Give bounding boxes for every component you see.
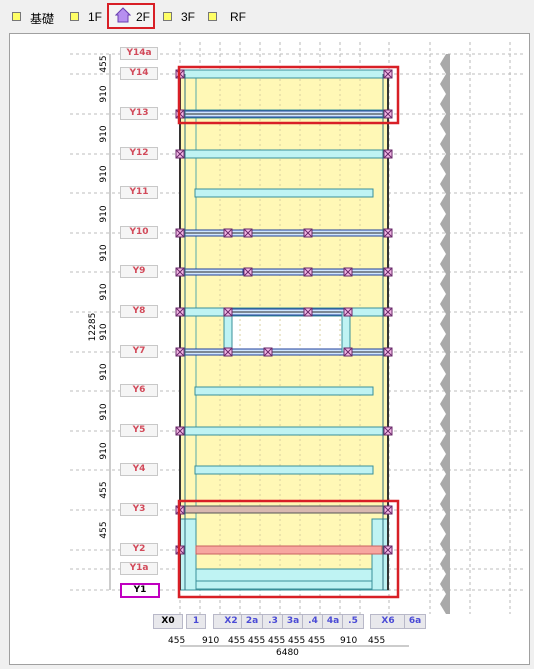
tab-label: 2F	[136, 10, 151, 24]
grid-label-x-9[interactable]: X6	[370, 614, 406, 629]
y-dimension: 455	[99, 55, 109, 73]
opening-wall	[223, 311, 233, 353]
grid-label-x-0[interactable]: X0	[153, 614, 183, 629]
beam	[179, 69, 389, 79]
opening-wall	[341, 311, 351, 353]
y-dimension: 910	[99, 244, 109, 262]
x-dimension: 455	[368, 636, 386, 646]
y-total-dimension: 12285	[88, 312, 98, 342]
tab-rf[interactable]: RF	[208, 6, 248, 28]
tab-marker-icon	[163, 12, 172, 21]
grid-label-y3[interactable]: Y3	[120, 503, 158, 516]
grid-label-x-6[interactable]: .4	[302, 614, 324, 629]
tab-label: 基礎	[30, 12, 55, 26]
beam-y1	[195, 580, 383, 590]
tab-foundation[interactable]: 基礎	[12, 6, 62, 28]
y-dimension: 910	[99, 85, 109, 103]
grid-label-y9[interactable]: Y9	[120, 265, 158, 278]
floor-opening	[227, 315, 347, 351]
tab-2f[interactable]: 2F	[114, 6, 154, 28]
x-dimension: 455	[228, 636, 246, 646]
beam	[194, 188, 374, 198]
tab-marker-icon	[208, 12, 217, 21]
tab-label: 3F	[181, 10, 196, 24]
grid-label-x-8[interactable]: .5	[342, 614, 364, 629]
tab-marker-icon	[70, 12, 79, 21]
beam-y3	[179, 505, 389, 514]
x-dimension: 455	[168, 636, 186, 646]
x-dimension: 910	[340, 636, 358, 646]
grid-label-y10[interactable]: Y10	[120, 226, 158, 239]
grid-label-y6[interactable]: Y6	[120, 384, 158, 397]
x-total-dimension: 6480	[276, 648, 299, 658]
grid-label-x-10[interactable]: 6a	[404, 614, 426, 629]
grid-label-y1[interactable]: Y1	[120, 583, 160, 598]
beam	[194, 465, 374, 475]
grid-label-y13[interactable]: Y13	[120, 107, 158, 120]
x-dimension: 455	[248, 636, 266, 646]
grid-label-y7[interactable]: Y7	[120, 345, 158, 358]
grid-label-y11[interactable]: Y11	[120, 186, 158, 199]
beam	[179, 149, 389, 159]
floor-plan-drawing[interactable]	[10, 34, 529, 664]
beam	[179, 426, 389, 436]
grid-label-x-5[interactable]: 3a	[282, 614, 304, 629]
grid-label-x-4[interactable]: .3	[262, 614, 284, 629]
y-dimension: 455	[99, 521, 109, 539]
grid-label-y4[interactable]: Y4	[120, 463, 158, 476]
grid-label-x-3[interactable]: 2a	[241, 614, 263, 629]
y-dimension: 910	[99, 205, 109, 223]
tab-label: 1F	[88, 10, 103, 24]
grid-label-x-1[interactable]: 1	[186, 614, 206, 629]
x-dimension: 455	[288, 636, 306, 646]
x-dimension: 455	[308, 636, 326, 646]
y-dimension: 455	[99, 481, 109, 499]
grid-label-y12[interactable]: Y12	[120, 147, 158, 160]
grid-label-y5[interactable]: Y5	[120, 424, 158, 437]
y-dimension: 910	[99, 442, 109, 460]
beam	[194, 386, 374, 396]
grid-label-y8[interactable]: Y8	[120, 305, 158, 318]
tab-3f[interactable]: 3F	[163, 6, 199, 28]
house-icon	[115, 7, 131, 23]
floor-plan-canvas[interactable]: Y14a Y14 Y13 Y12 Y11 Y10 Y9 Y8 Y7 Y6 Y5 Y4 Y3 Y2 Y1a Y1…	[9, 33, 530, 665]
y-dimension: 910	[99, 323, 109, 341]
y-dimension: 910	[99, 403, 109, 421]
grid-label-y14[interactable]: Y14	[120, 67, 158, 80]
tab-1f[interactable]: 1F	[70, 6, 106, 28]
y-dimension: 910	[99, 363, 109, 381]
floor-tab-bar: 基礎 1F 2F 3F RF	[0, 0, 534, 33]
y-dimension: 910	[99, 283, 109, 301]
grid-label-x-7[interactable]: 4a	[322, 614, 344, 629]
beam-pink	[195, 545, 383, 555]
zigzag-edge	[440, 54, 450, 614]
x-dimension: 910	[202, 636, 220, 646]
grid-label-y1a[interactable]: Y1a	[120, 562, 158, 575]
tab-marker-icon	[12, 12, 21, 21]
grid-label-y2[interactable]: Y2	[120, 543, 158, 556]
tab-label: RF	[230, 10, 246, 24]
x-dimension: 455	[268, 636, 286, 646]
grid-label-y14a[interactable]: Y14a	[120, 47, 158, 60]
y-dimension: 910	[99, 165, 109, 183]
y-dimension: 910	[99, 125, 109, 143]
